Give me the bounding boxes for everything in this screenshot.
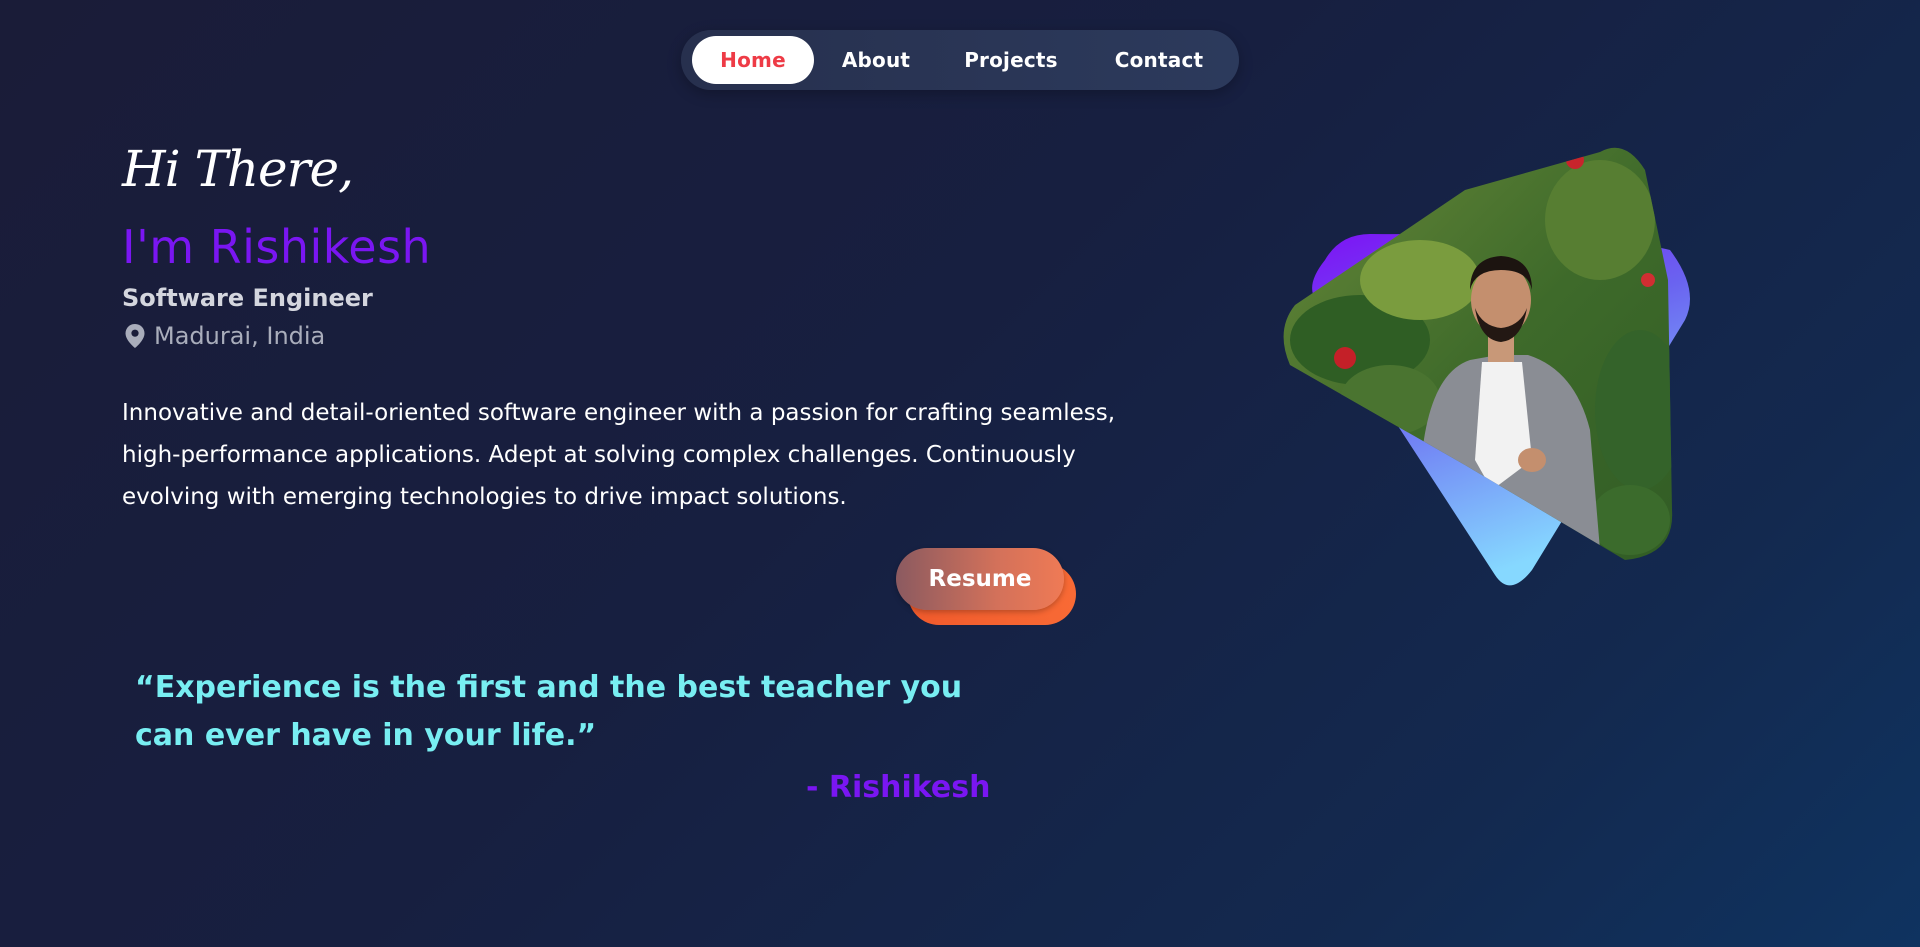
- nav-contact[interactable]: Contact: [1084, 36, 1234, 84]
- map-pin-icon: [124, 323, 146, 349]
- location-text: Madurai, India: [154, 322, 326, 350]
- greeting-text: Hi There,: [122, 140, 354, 198]
- nav-home[interactable]: Home: [692, 36, 814, 84]
- job-title: Software Engineer: [122, 284, 373, 312]
- bio-paragraph: Innovative and detail-oriented software …: [122, 400, 1116, 510]
- quote-author: - Rishikesh: [806, 770, 991, 805]
- nav-about[interactable]: About: [814, 36, 938, 84]
- main-nav: Home About Projects Contact: [681, 30, 1239, 90]
- hero-name: I'm Rishikesh: [122, 220, 432, 274]
- nav-projects[interactable]: Projects: [938, 36, 1084, 84]
- profile-photo: [1270, 130, 1710, 590]
- quote-text: “Experience is the first and the best te…: [135, 670, 963, 753]
- location: Madurai, India: [124, 322, 325, 350]
- resume-button[interactable]: Resume: [896, 548, 1064, 610]
